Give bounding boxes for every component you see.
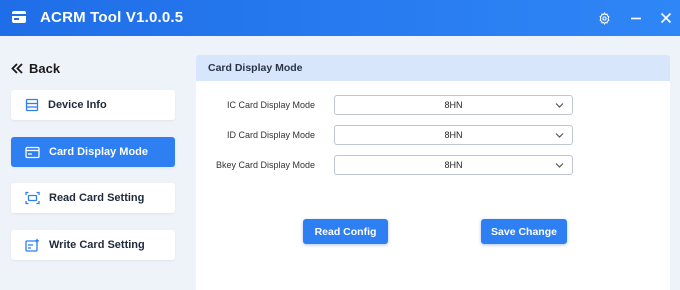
- select-value: 8HN: [444, 160, 463, 170]
- ic-card-display-mode-label: IC Card Display Mode: [226, 100, 315, 110]
- close-icon[interactable]: [657, 9, 675, 27]
- id-card-display-mode-label: ID Card Display Mode: [226, 130, 315, 140]
- sidebar-item-read-card-setting[interactable]: Read Card Setting: [11, 183, 175, 213]
- bkey-card-display-mode-select[interactable]: 8HN: [334, 155, 573, 175]
- sidebar-item-write-card-setting[interactable]: Write Card Setting: [11, 230, 175, 260]
- app-title: ACRM Tool V1.0.0.5: [40, 9, 184, 26]
- device-info-icon: [25, 98, 39, 112]
- app-icon: [11, 10, 27, 24]
- sidebar-item-device-info[interactable]: Device Info: [11, 90, 175, 120]
- sidebar-item-label: Card Display Mode: [49, 146, 149, 158]
- sidebar-item-label: Write Card Setting: [49, 239, 145, 251]
- card-display-icon: [25, 146, 40, 158]
- id-card-display-mode-select[interactable]: 8HN: [334, 125, 573, 145]
- write-card-icon: [25, 238, 39, 252]
- panel-title: Card Display Mode: [196, 55, 670, 81]
- chevron-down-icon: [555, 133, 564, 138]
- sidebar-item-label: Device Info: [48, 99, 107, 111]
- back-button[interactable]: Back: [11, 60, 60, 76]
- sidebar-item-card-display-mode[interactable]: Card Display Mode: [11, 137, 175, 167]
- select-value: 8HN: [444, 100, 463, 110]
- select-value: 8HN: [444, 130, 463, 140]
- sidebar-item-label: Read Card Setting: [49, 192, 145, 204]
- gear-icon[interactable]: [595, 9, 613, 27]
- read-config-button[interactable]: Read Config: [303, 219, 388, 244]
- ic-card-display-mode-select[interactable]: 8HN: [334, 95, 573, 115]
- minimize-icon[interactable]: [627, 9, 645, 27]
- chevron-down-icon: [555, 163, 564, 168]
- read-card-icon: [25, 191, 40, 205]
- save-change-button[interactable]: Save Change: [481, 219, 567, 244]
- title-bar: ACRM Tool V1.0.0.5: [0, 0, 680, 36]
- back-label: Back: [29, 60, 61, 76]
- double-chevron-left-icon: [11, 62, 23, 74]
- chevron-down-icon: [555, 103, 564, 108]
- bkey-card-display-mode-label: Bkey Card Display Mode: [215, 160, 315, 170]
